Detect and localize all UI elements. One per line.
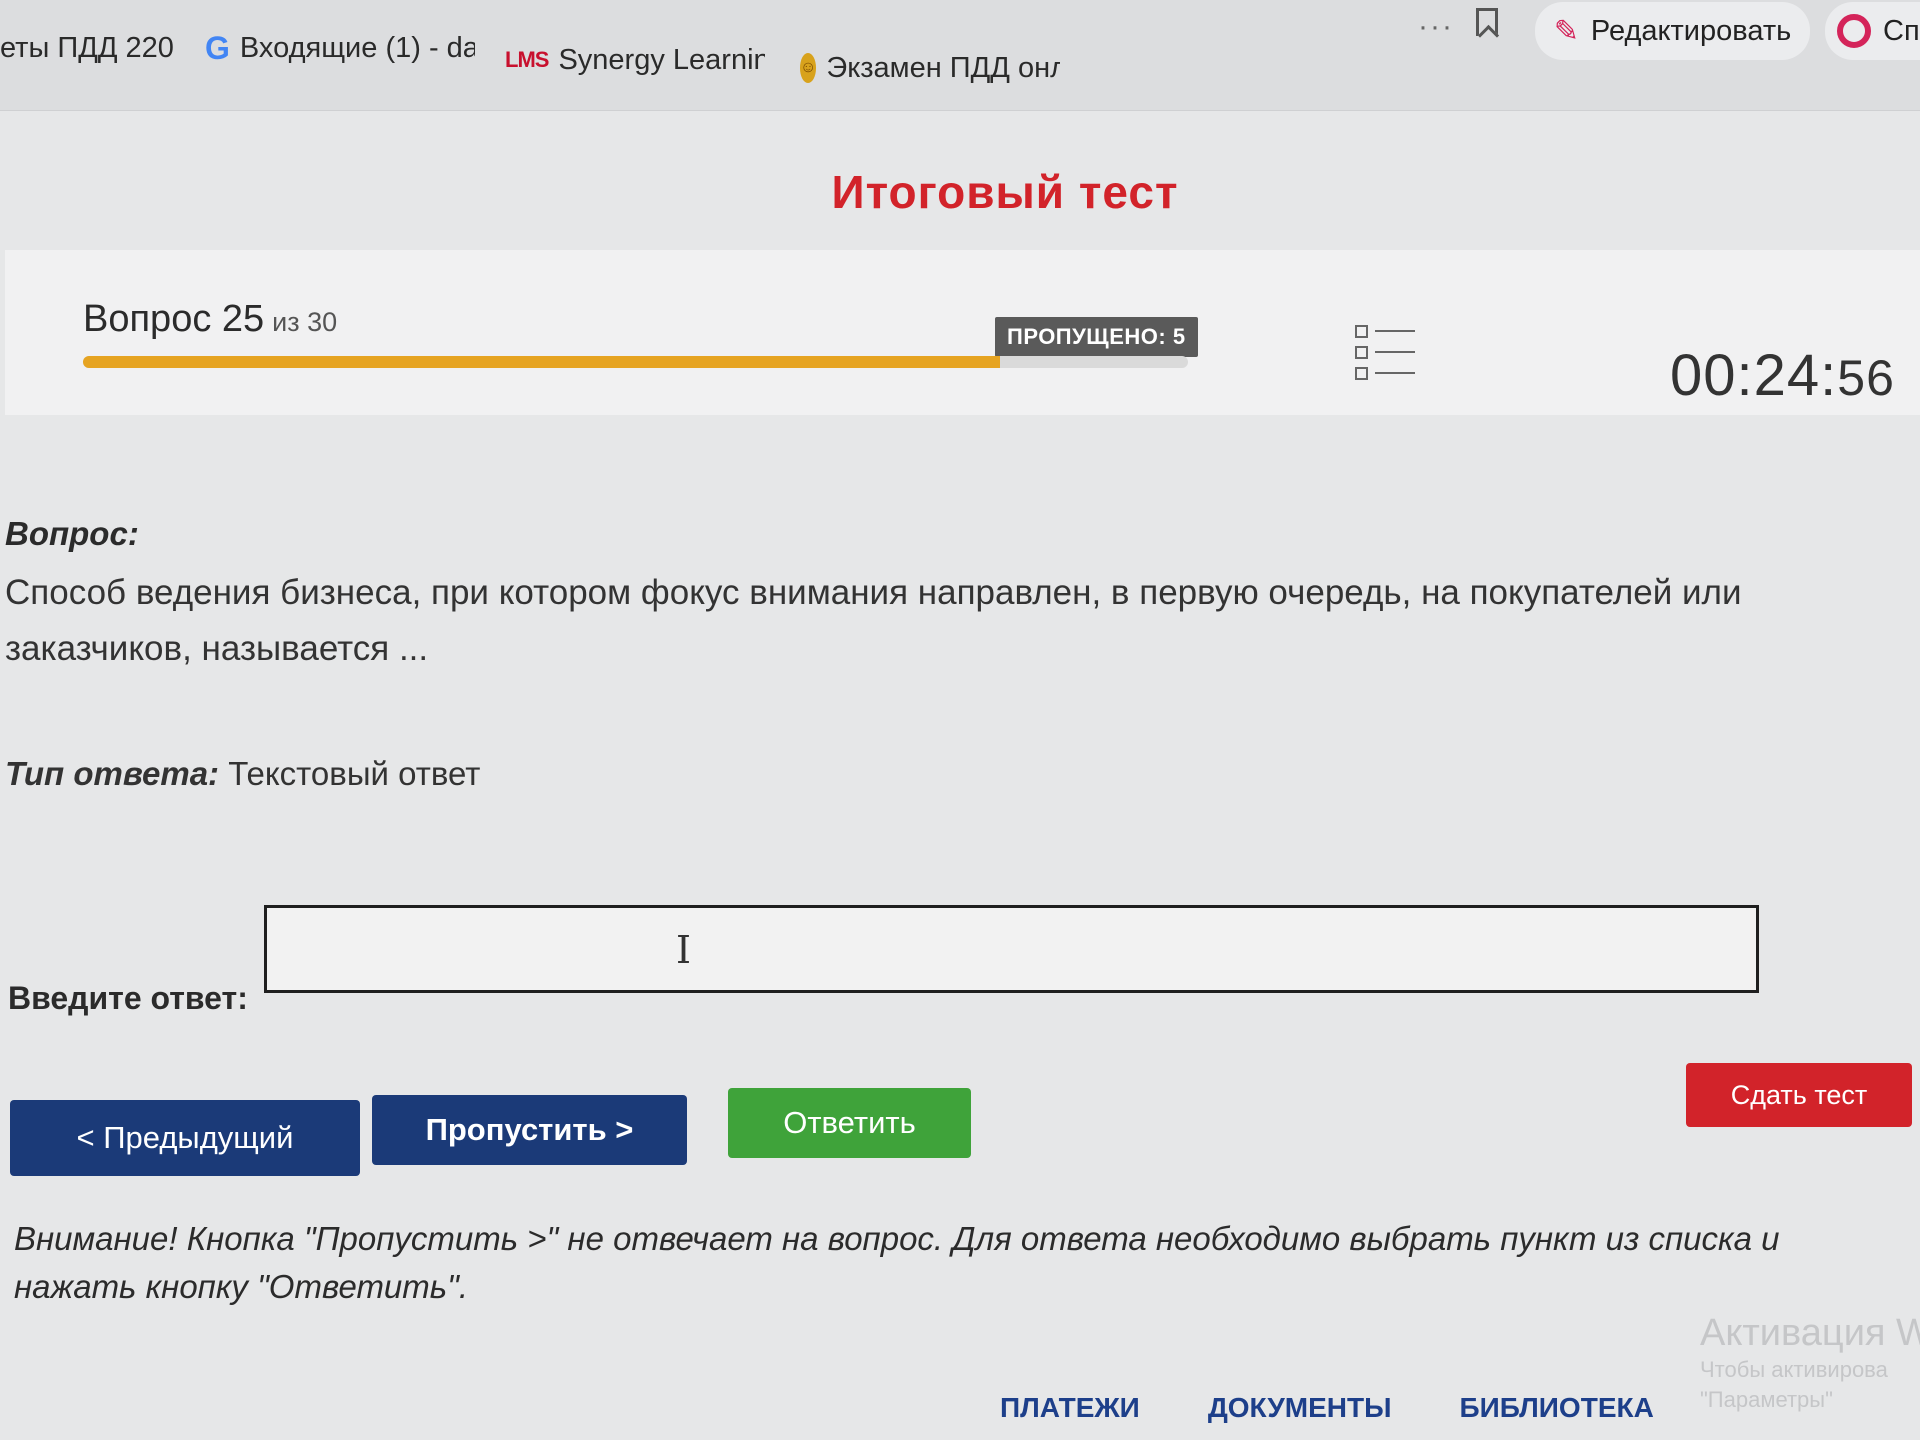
footer-nav: ПЛАТЕЖИ ДОКУМЕНТЫ БИБЛИОТЕКА [1000, 1392, 1920, 1440]
extension-button[interactable]: Спр [1825, 2, 1920, 60]
timer-seconds: 56 [1837, 350, 1895, 406]
answer-type-value: Текстовый ответ [228, 755, 481, 792]
timer: 00:24:56 [1670, 342, 1895, 409]
answer-prompt: Введите ответ: [8, 980, 248, 1016]
bookmark-pdd-exam[interactable]: ☺ Экзамен ПДД онл [800, 48, 1060, 88]
footer-link-documents[interactable]: ДОКУМЕНТЫ [1208, 1392, 1392, 1440]
notice-text: Внимание! Кнопка "Пропустить >" не отвеч… [14, 1220, 1780, 1305]
skip-button[interactable]: Пропустить > [372, 1095, 687, 1165]
previous-button[interactable]: < Предыдущий [10, 1100, 360, 1176]
text-cursor-icon: I [676, 928, 692, 972]
progress-panel: Вопрос 25 из 30 ПРОПУЩЕНО: 5 00:24:56 [5, 250, 1920, 415]
extension-label: Спр [1883, 14, 1920, 47]
emblem-icon: ☺ [800, 53, 817, 83]
pen-icon: ✎ [1553, 14, 1579, 48]
question-label: Вопрос: [5, 515, 139, 552]
footer-link-library[interactable]: БИБЛИОТЕКА [1459, 1392, 1653, 1440]
edit-label: Редактировать [1590, 14, 1792, 47]
lms-icon: LMS [505, 47, 549, 72]
question-text: Способ ведения бизнеса, при котором фоку… [5, 573, 1742, 668]
question-counter: Вопрос 25 из 30 [83, 298, 337, 341]
bookmark-gmail-inbox[interactable]: G Входящие (1) - da [205, 28, 475, 68]
ring-icon [1837, 14, 1871, 48]
question-list-icon[interactable] [1355, 325, 1417, 385]
page-title: Итоговый тест [831, 166, 1179, 218]
question-number: Вопрос 25 [83, 298, 265, 340]
bookmark-label: Входящие (1) - da [239, 31, 475, 64]
progress-fill [83, 356, 1001, 368]
answer-type-label: Тип ответа: [5, 755, 220, 792]
watermark-title: Активация W [1700, 1312, 1920, 1354]
answer-input[interactable] [264, 905, 1759, 993]
bookmark-label: Synergy Learning [558, 43, 765, 76]
bookmark-icon[interactable] [1476, 8, 1498, 36]
footer-link-payments[interactable]: ПЛАТЕЖИ [1000, 1392, 1140, 1440]
timer-main: 00:24: [1670, 343, 1838, 408]
answer-button[interactable]: Ответить [728, 1088, 971, 1158]
answer-type: Тип ответа: Текстовый ответ [5, 755, 480, 793]
more-icon[interactable]: ··· [1418, 10, 1454, 44]
submit-test-button[interactable]: Сдать тест [1686, 1063, 1912, 1127]
skipped-badge[interactable]: ПРОПУЩЕНО: 5 [995, 317, 1198, 357]
bookmarks-bar: еты ПДД 2202 G Входящие (1) - da LMS Syn… [0, 0, 1920, 111]
bookmark-label: еты ПДД 2202 [0, 31, 175, 64]
watermark-line1: Чтобы активирова [1700, 1357, 1888, 1382]
google-icon: G [205, 29, 230, 66]
question-total: из 30 [272, 307, 338, 337]
progress-bar [83, 356, 1188, 368]
bookmark-pdd-tickets[interactable]: еты ПДД 2202 [0, 28, 175, 68]
bookmark-label: Экзамен ПДД онл [826, 51, 1060, 84]
edit-button[interactable]: ✎ Редактировать [1535, 2, 1810, 60]
bookmark-synergy-learning[interactable]: LMS Synergy Learning [505, 40, 765, 80]
